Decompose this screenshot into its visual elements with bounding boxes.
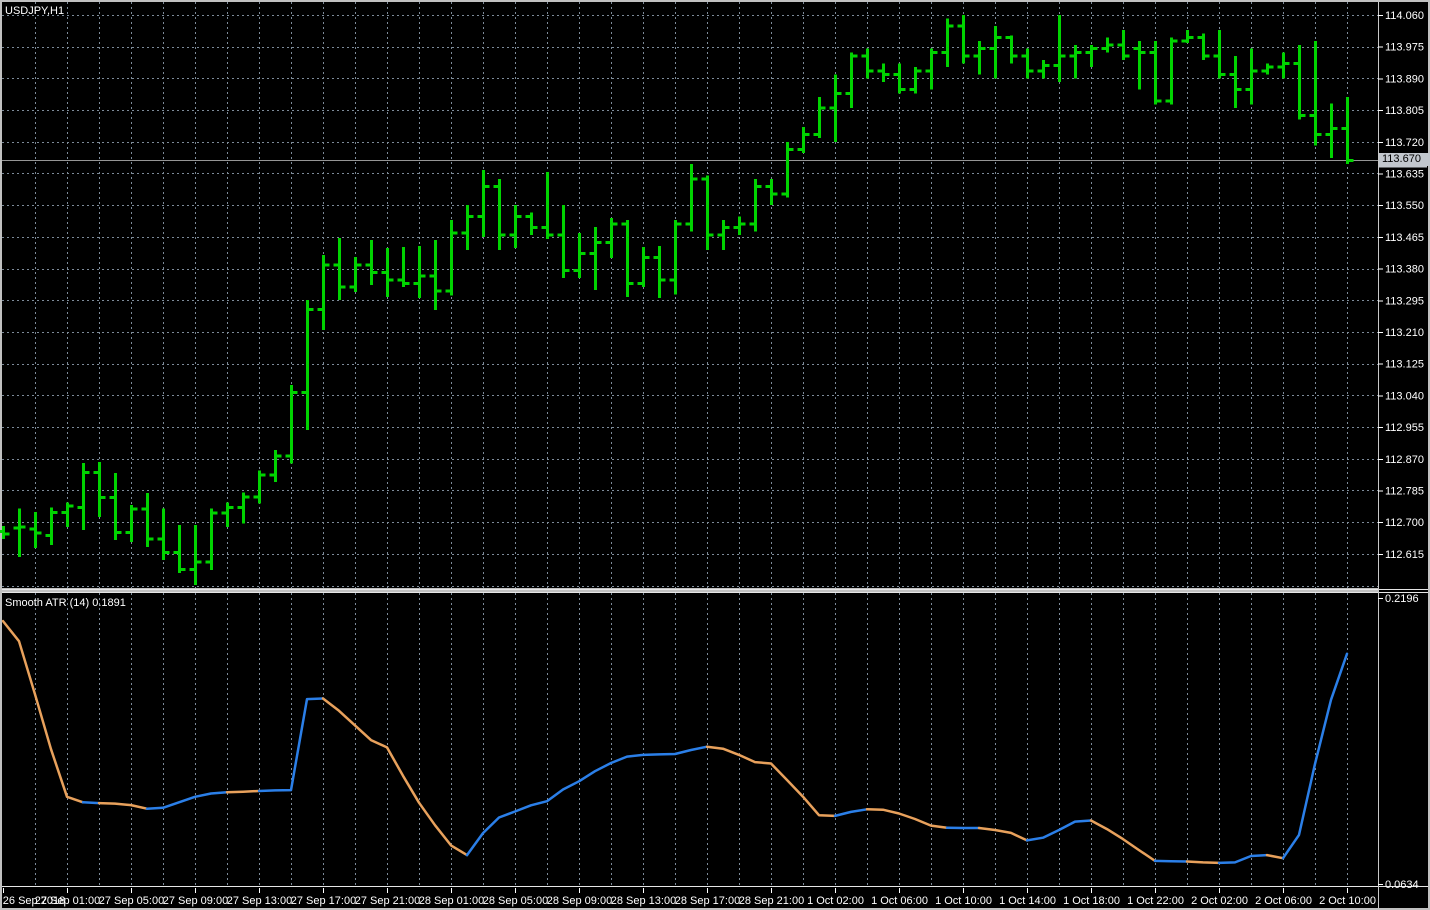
price-axis-label: 113.210	[1385, 327, 1424, 339]
price-axis-label: 112.870	[1385, 454, 1424, 466]
price-axis-label: 113.125	[1385, 359, 1424, 371]
time-axis-label: 28 Sep 05:00	[483, 895, 548, 907]
time-axis-label: 2 Oct 02:00	[1191, 895, 1248, 907]
time-axis-label: 1 Oct 14:00	[999, 895, 1056, 907]
time-axis-label: 28 Sep 21:00	[739, 895, 804, 907]
price-axis-label: 112.615	[1385, 549, 1424, 561]
time-axis-label: 2 Oct 06:00	[1255, 895, 1312, 907]
time-axis-label: 28 Sep 17:00	[675, 895, 740, 907]
price-axis-label: 113.635	[1385, 168, 1424, 180]
time-axis-label: 1 Oct 22:00	[1127, 895, 1184, 907]
price-axis-label: 113.975	[1385, 42, 1424, 54]
price-axis-label: 113.890	[1385, 73, 1424, 85]
indicator-axis-label: 0.2196	[1385, 593, 1419, 605]
atr-falling-segment	[1187, 862, 1219, 863]
time-axis-label: 1 Oct 02:00	[807, 895, 864, 907]
time-axis-label: 28 Sep 09:00	[547, 895, 612, 907]
atr-falling-segment	[227, 791, 259, 792]
time-axis-label: 1 Oct 18:00	[1063, 895, 1120, 907]
time-axis-label: 1 Oct 06:00	[871, 895, 928, 907]
time-axis-label: 27 Sep 01:00	[35, 895, 100, 907]
time-axis-label: 27 Sep 13:00	[227, 895, 292, 907]
current-price-tag: 113.670	[1379, 153, 1430, 166]
time-axis-label: 28 Sep 13:00	[611, 895, 676, 907]
chart-canvas[interactable]: 114.060 113.975 113.890 113.805 113.720 113.6…	[0, 0, 1430, 910]
mt4-chart-window: 114.060 113.975 113.890 113.805 113.720 113.6…	[0, 0, 1430, 910]
time-axis-label: 27 Sep 09:00	[163, 895, 228, 907]
indicator-axis-label: 0.0634	[1385, 879, 1419, 891]
indicator-name-label: Smooth ATR (14) 0.1891	[5, 597, 126, 609]
price-axis-strip[interactable]	[1378, 2, 1428, 886]
symbol-timeframe-label: USDJPY,H1	[5, 5, 64, 17]
time-axis-label: 27 Sep 05:00	[99, 895, 164, 907]
main-chart-panel[interactable]	[2, 2, 1428, 588]
time-axis-label: 28 Sep 01:00	[419, 895, 484, 907]
price-axis-label: 113.805	[1385, 105, 1424, 117]
time-axis-label: 27 Sep 17:00	[291, 895, 356, 907]
time-axis-label: 27 Sep 21:00	[355, 895, 420, 907]
atr-rising-segment	[83, 802, 99, 803]
price-axis-label: 114.060	[1385, 10, 1424, 22]
price-axis-label: 113.295	[1385, 295, 1424, 307]
atr-rising-segment	[1155, 861, 1187, 862]
price-axis-label: 112.785	[1385, 485, 1424, 497]
time-axis-label: 2 Oct 10:00	[1319, 895, 1376, 907]
price-axis-label: 113.380	[1385, 264, 1424, 276]
price-axis-label: 113.040	[1385, 390, 1424, 402]
indicator-panel[interactable]	[2, 593, 1428, 885]
price-axis-label: 113.550	[1385, 200, 1424, 212]
price-axis-label: 113.465	[1385, 232, 1424, 244]
price-axis-label: 112.955	[1385, 422, 1424, 434]
time-axis-label: 1 Oct 10:00	[935, 895, 992, 907]
price-axis-label: 113.720	[1385, 137, 1424, 149]
price-axis-label: 112.700	[1385, 517, 1424, 529]
